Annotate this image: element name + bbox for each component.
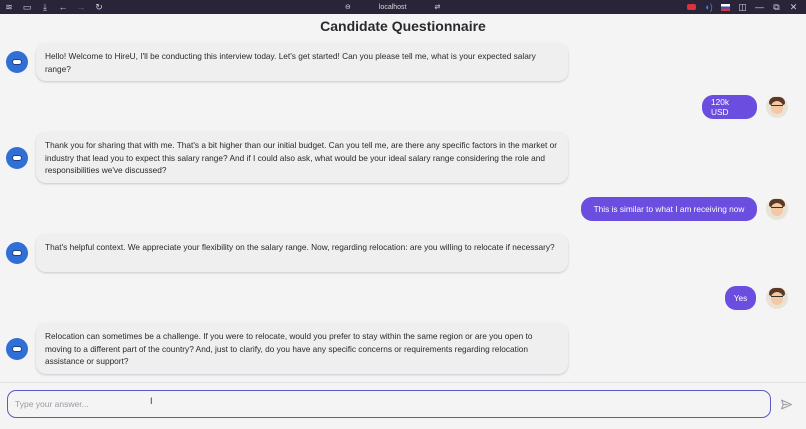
tune-icon[interactable]: ⇄ xyxy=(435,3,441,11)
address-bar[interactable]: localhost xyxy=(379,4,407,11)
bot-message: Hello! Welcome to HireU, I'll be conduct… xyxy=(36,43,568,81)
user-message: Yes xyxy=(725,286,756,310)
forward-icon[interactable]: → xyxy=(72,0,90,14)
link-icon[interactable]: ⊖ xyxy=(345,3,351,11)
user-message: This is similar to what I am receiving n… xyxy=(581,197,757,221)
restore-icon[interactable]: ⧉ xyxy=(768,0,785,14)
send-button[interactable] xyxy=(779,397,793,411)
user-avatar xyxy=(766,96,788,118)
answer-input-wrapper[interactable] xyxy=(7,390,771,418)
user-message: 120k USD xyxy=(702,95,757,119)
minimize-icon[interactable]: — xyxy=(751,0,768,14)
send-icon xyxy=(780,399,792,409)
extension-record-icon[interactable] xyxy=(683,0,700,14)
split-view-icon[interactable]: ◫ xyxy=(734,0,751,14)
page-title: Candidate Questionnaire xyxy=(320,18,486,34)
bot-message: Relocation can sometimes be a challenge.… xyxy=(36,323,568,374)
answer-input[interactable] xyxy=(15,399,770,409)
audio-icon[interactable]: ◖) xyxy=(700,0,717,14)
menu-icon[interactable]: ≋ xyxy=(0,0,18,14)
browser-toolbar: ≋ ▭ ⤓ ← → ↻ ⊖ localhost ⇄ ◖) ◫ — ⧉ ✕ xyxy=(0,0,806,14)
bot-avatar-icon xyxy=(6,242,28,264)
extension-flag-icon[interactable] xyxy=(717,0,734,14)
bot-avatar-icon xyxy=(6,147,28,169)
reload-icon[interactable]: ↻ xyxy=(90,0,108,14)
bot-avatar-icon xyxy=(6,338,28,360)
download-icon[interactable]: ⤓ xyxy=(36,0,54,14)
bot-message: Thank you for sharing that with me. That… xyxy=(36,132,568,183)
close-icon[interactable]: ✕ xyxy=(785,0,802,14)
text-cursor-icon: I xyxy=(150,396,153,406)
user-avatar xyxy=(766,198,788,220)
user-avatar xyxy=(766,287,788,309)
bot-avatar-icon xyxy=(6,51,28,73)
bot-message: That's helpful context. We appreciate yo… xyxy=(36,234,568,272)
back-icon[interactable]: ← xyxy=(54,0,72,14)
sidebar-toggle-icon[interactable]: ▭ xyxy=(18,0,36,14)
